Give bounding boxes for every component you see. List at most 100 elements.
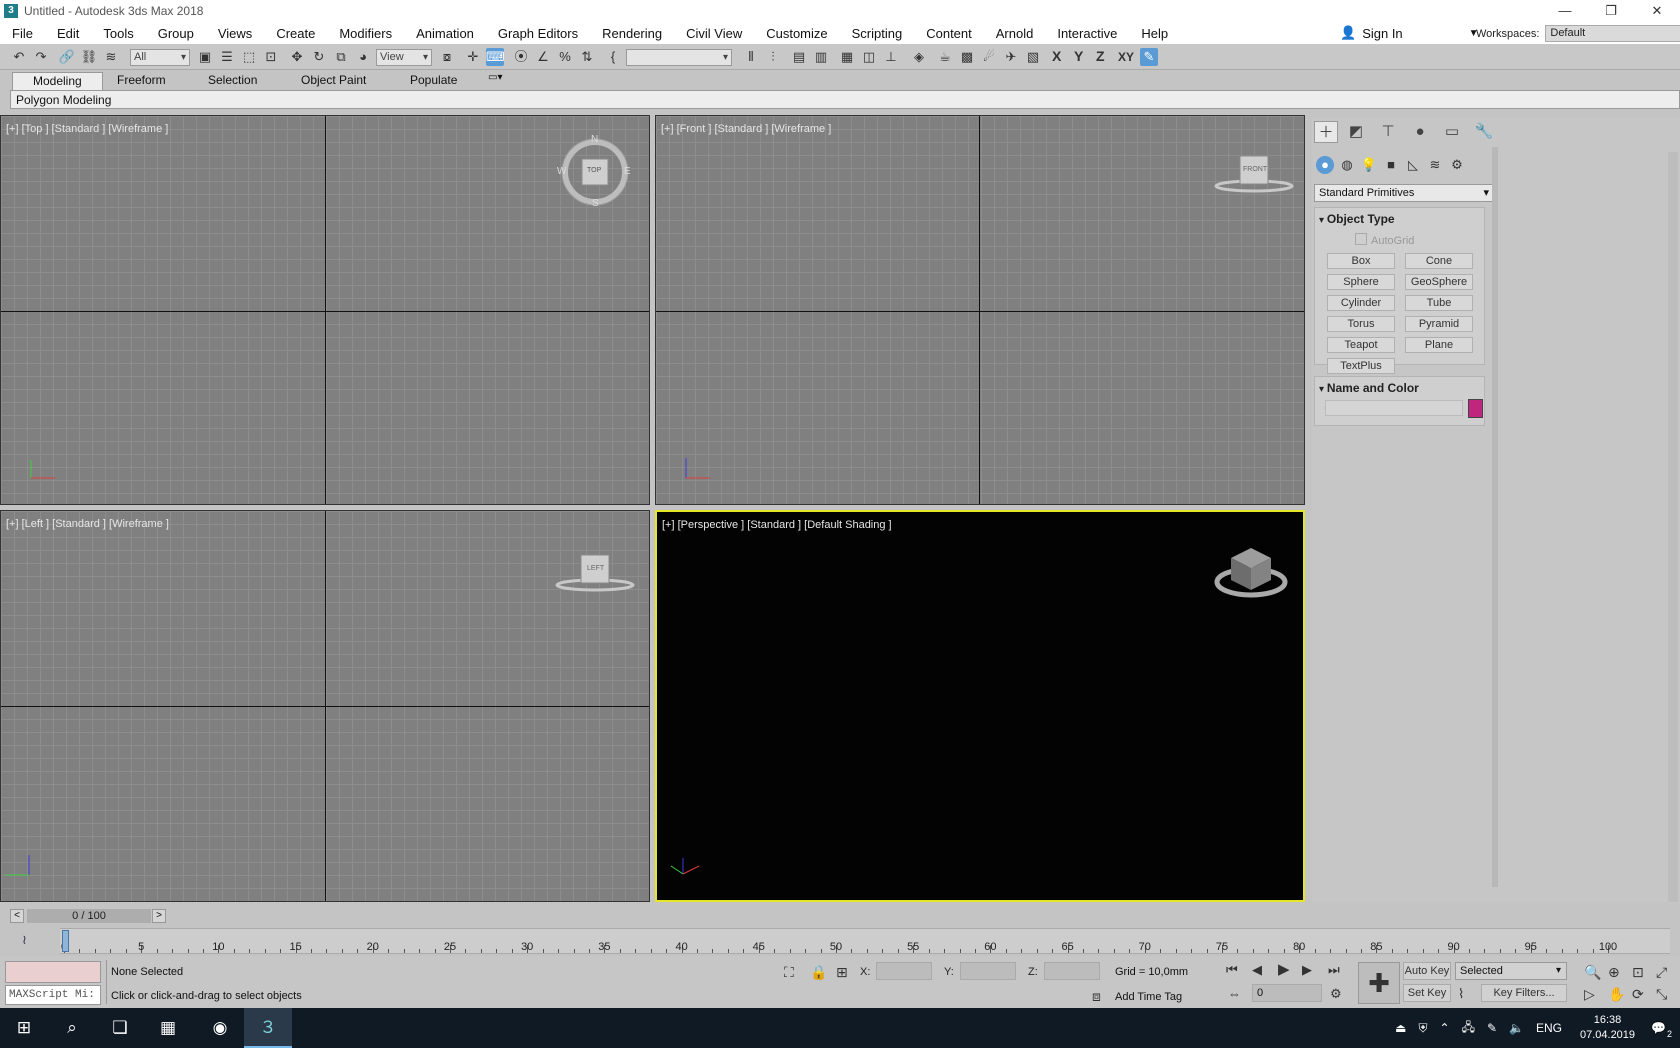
space-warps-icon[interactable]: ≋ — [1426, 156, 1444, 174]
display-tab-icon[interactable]: ▭ — [1440, 121, 1464, 143]
shield-icon[interactable]: ⛨ — [1418, 1021, 1427, 1036]
layer-explorer-icon[interactable]: ▥ — [812, 48, 830, 66]
chrome-icon[interactable]: ◉ — [196, 1008, 244, 1048]
scene-explorer-icon[interactable]: ▤ — [790, 48, 808, 66]
notifications-icon[interactable]: 💬 2 — [1651, 1021, 1672, 1039]
menu-content[interactable]: Content — [914, 26, 984, 41]
viewcube[interactable]: LEFT — [553, 551, 637, 595]
align-icon[interactable]: ⫶ — [764, 48, 782, 66]
name-and-color-title[interactable]: Name and Color — [1319, 381, 1419, 395]
restrict-z-button[interactable]: Z — [1096, 48, 1105, 64]
time-slider-thumb[interactable]: 0 / 100 — [27, 909, 151, 923]
edit-named-selection-icon[interactable]: { — [604, 48, 622, 66]
previous-frame-icon[interactable]: ◀ — [1252, 962, 1262, 978]
object-category-dropdown[interactable]: Standard Primitives — [1314, 184, 1495, 202]
network-icon[interactable]: 🖧 — [1462, 1018, 1475, 1039]
calculator-icon[interactable]: ▦ — [144, 1008, 192, 1048]
windows-start-icon[interactable]: ⊞ — [0, 1008, 48, 1048]
command-panel-scrollbar[interactable] — [1492, 147, 1498, 887]
shapes-icon[interactable]: ◍ — [1338, 156, 1356, 174]
zoom-extents-icon[interactable]: ⊡ — [1632, 964, 1644, 981]
search-icon[interactable]: ⌕ — [48, 1008, 96, 1048]
render-iterative-icon[interactable]: ✈ — [1002, 48, 1020, 66]
maxscript-listener-output[interactable] — [5, 961, 101, 983]
menu-file[interactable]: File — [0, 26, 45, 41]
pen-icon[interactable]: ✎ — [1487, 1021, 1497, 1035]
select-by-name-icon[interactable]: ☰ — [218, 48, 236, 66]
viewport-left[interactable]: [+] [Left ] [Standard ] [Wireframe ] LEF… — [0, 510, 650, 902]
redo-icon[interactable]: ↷ — [32, 48, 50, 66]
place-icon[interactable]: ◕ — [354, 48, 372, 66]
sphere-button[interactable]: Sphere — [1327, 274, 1395, 290]
viewport-top[interactable]: [+] [Top ] [Standard ] [Wireframe ] TOP … — [0, 115, 650, 505]
spinner-snap-icon[interactable]: ⇅ — [578, 48, 596, 66]
lights-icon[interactable]: 💡 — [1360, 156, 1378, 174]
hierarchy-tab-icon[interactable]: ⊤ — [1376, 121, 1400, 143]
tab-selection[interactable]: Selection — [208, 73, 257, 87]
pivot-center-icon[interactable]: ⧇ — [438, 48, 456, 66]
restrict-y-button[interactable]: Y — [1074, 48, 1083, 64]
menu-create[interactable]: Create — [264, 26, 327, 41]
default-in-out-tangents-icon[interactable]: ⌇ — [1458, 986, 1464, 1002]
key-mode-dropdown[interactable]: Selected — [1455, 962, 1567, 980]
systems-icon[interactable]: ⚙ — [1448, 156, 1466, 174]
teapot-button[interactable]: Teapot — [1327, 337, 1395, 353]
usb-icon[interactable]: ⏏ — [1395, 1021, 1406, 1035]
pyramid-button[interactable]: Pyramid — [1405, 316, 1473, 332]
textplus-button[interactable]: TextPlus — [1327, 358, 1395, 374]
volume-icon[interactable]: 🔈 — [1509, 1021, 1524, 1035]
menu-scripting[interactable]: Scripting — [840, 26, 915, 41]
menu-arnold[interactable]: Arnold — [984, 26, 1046, 41]
time-configuration-icon[interactable]: ⚙ — [1330, 986, 1342, 1002]
undo-icon[interactable]: ↶ — [10, 48, 28, 66]
key-filters-button[interactable]: Key Filters... — [1481, 984, 1567, 1002]
cone-button[interactable]: Cone — [1405, 253, 1473, 269]
tab-modeling[interactable]: Modeling — [12, 72, 103, 90]
autogrid-checkbox[interactable]: AutoGrid — [1355, 233, 1414, 247]
geosphere-button[interactable]: GeoSphere — [1405, 274, 1473, 290]
snaps-toggle-icon[interactable]: ⦿ — [512, 48, 530, 66]
y-coordinate-field[interactable] — [960, 962, 1016, 980]
scale-icon[interactable]: ⧉ — [332, 48, 350, 66]
absolute-mode-icon[interactable]: ⊞ — [836, 964, 848, 981]
track-bar[interactable]: 0510152025303540455055606570758085909510… — [60, 928, 1670, 954]
sign-in-button[interactable]: 👤 Sign In ▼ — [1340, 22, 1479, 44]
selection-region-icon[interactable]: ⬚ — [240, 48, 258, 66]
menu-group[interactable]: Group — [146, 26, 206, 41]
menu-rendering[interactable]: Rendering — [590, 26, 674, 41]
workspaces-dropdown[interactable]: Default — [1545, 25, 1680, 42]
close-button[interactable]: ✕ — [1634, 0, 1680, 22]
language-indicator[interactable]: ENG — [1536, 1021, 1562, 1035]
render-production-icon[interactable]: ☄ — [980, 48, 998, 66]
link-icon[interactable]: 🔗 — [58, 48, 76, 66]
time-slider-prev-button[interactable]: < — [10, 909, 24, 923]
set-key-button[interactable]: Set Key — [1403, 984, 1451, 1002]
viewport-label[interactable]: [+] [Perspective ] [Standard ] [Default … — [662, 519, 892, 531]
tab-object-paint[interactable]: Object Paint — [301, 73, 366, 87]
time-cursor[interactable] — [62, 930, 69, 952]
bind-space-warp-icon[interactable]: ≋ — [102, 48, 120, 66]
reference-coordinate-dropdown[interactable]: View — [376, 49, 432, 66]
window-crossing-icon[interactable]: ⊡ — [262, 48, 280, 66]
create-tab-icon[interactable]: ＋ — [1314, 121, 1338, 143]
go-to-start-icon[interactable]: ⏮ — [1226, 962, 1238, 978]
curve-editor-icon[interactable]: ◫ — [860, 48, 878, 66]
tab-populate[interactable]: Populate — [410, 73, 457, 87]
restore-button[interactable]: ❐ — [1588, 0, 1634, 22]
time-slider-next-button[interactable]: > — [152, 909, 166, 923]
current-frame-field[interactable]: 0 — [1252, 984, 1322, 1002]
clock[interactable]: 16:38 07.04.2019 — [1580, 1013, 1635, 1043]
field-of-view-icon[interactable]: ▷ — [1584, 986, 1595, 1003]
percent-snap-icon[interactable]: % — [556, 48, 574, 66]
viewcube[interactable]: TOP N S W E — [557, 134, 633, 210]
next-frame-icon[interactable]: ▶ — [1302, 962, 1312, 978]
modify-tab-icon[interactable]: ◩ — [1344, 121, 1368, 143]
angle-snap-icon[interactable]: ∠ — [534, 48, 552, 66]
menu-animation[interactable]: Animation — [404, 26, 486, 41]
viewcube[interactable] — [1213, 542, 1289, 602]
auto-key-button[interactable]: Auto Key — [1403, 962, 1451, 980]
object-color-swatch[interactable] — [1468, 399, 1483, 418]
isolate-selection-icon[interactable]: ⛶ — [784, 964, 794, 981]
select-object-icon[interactable]: ▣ — [196, 48, 214, 66]
ribbon-options-icon[interactable]: ▭▾ — [488, 72, 502, 83]
